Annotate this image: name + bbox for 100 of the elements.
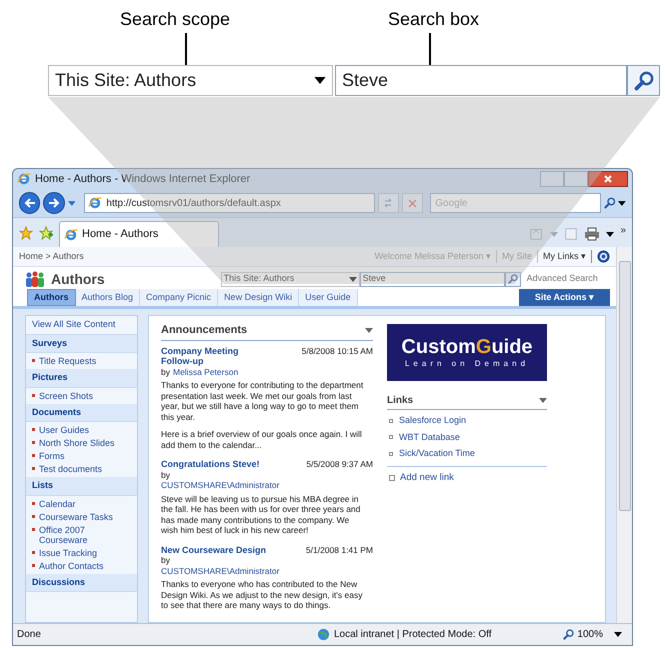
by-label: by (161, 470, 170, 480)
window-title: Home - Authors - Windows Internet Explorer (35, 172, 250, 187)
close-icon (604, 175, 612, 183)
my-links-menu[interactable]: My Links ▾ (542, 250, 592, 264)
bullet-icon (32, 359, 35, 362)
bullet-icon (32, 467, 35, 470)
nav-heading[interactable]: Lists (26, 477, 137, 496)
minimize-button[interactable] (540, 171, 564, 187)
bullet-icon (389, 452, 393, 456)
logo-tagline: Learn on Demand (404, 358, 530, 370)
dropdown-arrow-icon (314, 77, 326, 84)
bullet-icon (32, 528, 35, 530)
close-button[interactable] (588, 171, 628, 187)
nav-link[interactable]: Title Requests (39, 356, 96, 366)
print-icon[interactable] (584, 227, 600, 241)
search-button[interactable] (504, 272, 521, 286)
nav-tab[interactable]: Authors (27, 289, 76, 306)
search-button[interactable] (627, 65, 660, 96)
announcement-title[interactable]: Congratulations Steve! (161, 459, 271, 470)
people-icon (25, 270, 45, 288)
nav-tab[interactable]: Authors Blog (76, 289, 140, 306)
nav-link[interactable]: Office 2007 Courseware (39, 524, 115, 544)
add-link[interactable]: Add new link (400, 470, 454, 485)
search-scope-dropdown[interactable]: This Site: Authors (220, 272, 360, 286)
advanced-search-link[interactable]: Advanced Search (526, 272, 598, 286)
author-link[interactable]: CUSTOMSHARE\Administrator (161, 480, 280, 490)
announcement-date: 5/1/2008 1:41 PM (306, 544, 373, 555)
nav-link[interactable]: Courseware Tasks (39, 512, 113, 522)
nav-link[interactable]: Issue Tracking (39, 548, 98, 558)
web-search-field[interactable]: Google (430, 193, 601, 213)
bullet-icon (32, 514, 35, 518)
link-item[interactable]: Sick/Vacation Time (399, 447, 475, 460)
dropdown-arrow-icon (614, 632, 622, 637)
callout-label: Search scope (120, 8, 230, 31)
link-item[interactable]: WBT Database (399, 430, 460, 444)
stop-button[interactable] (402, 193, 424, 213)
announcement-body: Here is a brief overview of our goals once again. I will add them to the calendar... (161, 429, 363, 450)
browser-tab[interactable]: Home - Authors (59, 221, 219, 247)
dropdown-arrow-icon (365, 328, 373, 333)
announcement-date: 5/5/2008 9:37 AM (306, 459, 373, 470)
globe-icon (317, 628, 330, 641)
nav-link[interactable]: North Shore Slides (39, 438, 115, 448)
refresh-button[interactable] (378, 193, 399, 213)
nav-heading[interactable]: Documents (26, 404, 137, 422)
callout-label: Search box (388, 8, 480, 31)
nav-tab[interactable]: Company Picnic (140, 289, 218, 306)
search-icon (508, 274, 518, 284)
browser-icon (88, 196, 102, 210)
bullet-icon (389, 435, 393, 440)
page-icon[interactable] (564, 227, 578, 241)
maximize-button[interactable] (564, 171, 588, 187)
by-label: by (161, 555, 170, 566)
search-icon (634, 70, 654, 90)
nav-link[interactable]: Test documents (39, 464, 102, 474)
nav-link[interactable]: Forms (39, 451, 64, 461)
browser-icon (64, 228, 78, 242)
forward-arrow-icon (48, 198, 60, 208)
search-box[interactable]: Steve (360, 272, 505, 286)
forward-button[interactable] (43, 192, 65, 214)
refresh-icon (383, 198, 394, 208)
author-link[interactable]: CUSTOMSHARE\Administrator (161, 566, 280, 576)
status-text: Done (16, 628, 42, 642)
nav-heading[interactable]: Discussions (26, 574, 137, 592)
bullet-icon (32, 428, 35, 431)
nav-tab[interactable]: User Guide (299, 289, 358, 306)
site-title: Authors (51, 270, 105, 288)
dropdown-arrow-icon (550, 232, 558, 236)
back-button[interactable] (19, 192, 40, 214)
author-link[interactable]: Melissa Peterson (172, 366, 238, 377)
add-icon (389, 474, 395, 481)
browser-icon (17, 172, 31, 186)
nav-link[interactable]: User Guides (39, 425, 90, 435)
add-favorite-icon[interactable] (39, 226, 53, 240)
nav-link[interactable]: Screen Shots (39, 390, 94, 400)
link-item[interactable]: Salesforce Login (399, 414, 466, 428)
leader-line (429, 33, 431, 65)
search-scope-dropdown[interactable]: This Site: Authors (48, 65, 333, 96)
more-tools-chevron[interactable]: » (620, 223, 626, 238)
bullet-icon (32, 441, 35, 444)
nav-link[interactable]: Author Contacts (39, 560, 104, 570)
dropdown-arrow-icon (618, 200, 626, 206)
nav-tab[interactable]: New Design Wiki (218, 289, 300, 306)
search-icon (604, 197, 616, 209)
bullet-icon (32, 564, 35, 566)
nav-heading[interactable]: Surveys (26, 334, 137, 353)
nav-heading[interactable]: Pictures (26, 369, 137, 388)
web-part-title: Links (387, 394, 414, 408)
scrollbar[interactable] (616, 247, 632, 623)
breadcrumb: Home > Authors (19, 250, 84, 263)
announcement-title[interactable]: Company Meeting Follow-up (161, 346, 271, 366)
search-box[interactable]: Steve (335, 65, 627, 96)
nav-link[interactable]: Calendar (39, 498, 76, 508)
star-icon[interactable] (19, 226, 33, 240)
announcement-title[interactable]: New Courseware Design (161, 544, 271, 555)
announcement-body: Thanks to everyone who has contributed to the New Design Wiki. As we adjust to the new design, it's easy to see that there are many ways to do things. (161, 579, 364, 610)
zoom-level[interactable]: 100% (577, 627, 603, 642)
help-icon[interactable] (597, 250, 610, 263)
announcement-body: Thanks to everyone for contributing to the department presentation last week. We met our goals from last year, but we still have a long way to go to meet them this year. (161, 380, 364, 422)
site-actions-button[interactable]: Site Actions ▾ (518, 289, 610, 306)
address-field[interactable]: http://customsrv01/authors/default.aspx (84, 193, 375, 213)
